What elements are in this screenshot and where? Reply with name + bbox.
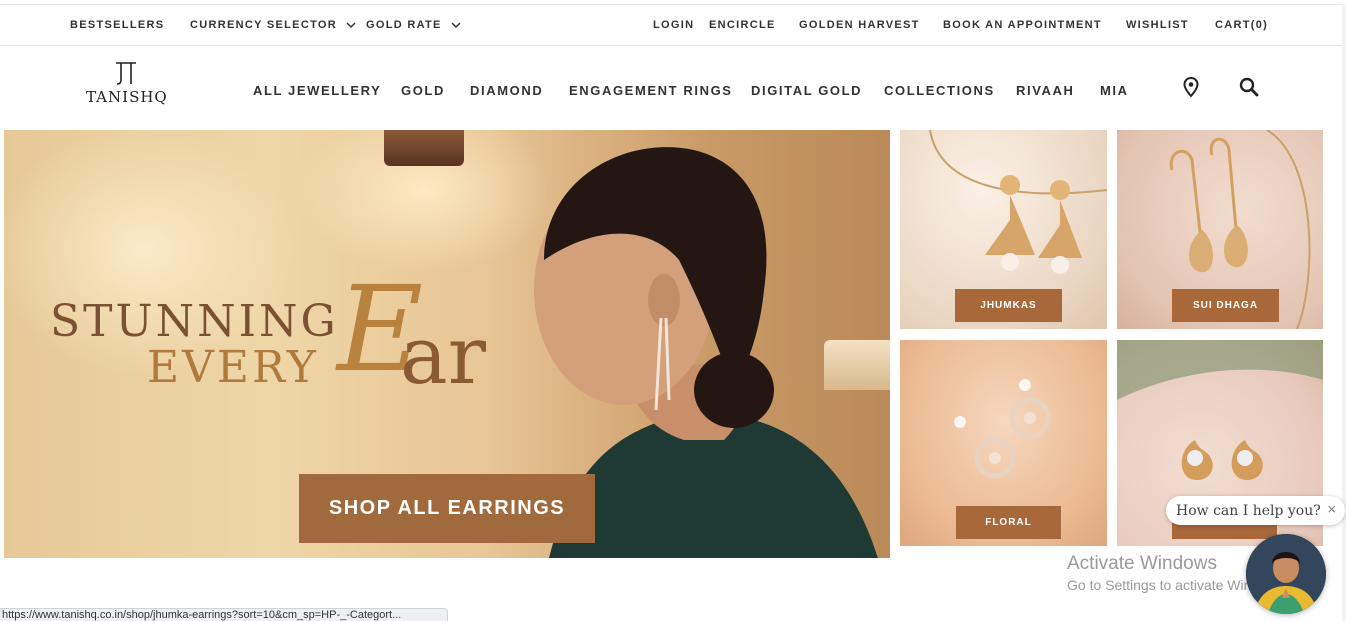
nav-all-jewellery[interactable]: ALL JEWELLERY (253, 83, 381, 98)
bestsellers-link[interactable]: BESTSELLERS (70, 19, 164, 31)
browser-status-url: https://www.tanishq.co.in/shop/jhumka-ea… (0, 608, 448, 621)
cart-link[interactable]: CART(0) (1215, 19, 1268, 31)
bestsellers-label: BESTSELLERS (70, 19, 165, 31)
nav-diamond[interactable]: DIAMOND (470, 83, 543, 98)
book-appointment-link[interactable]: BOOK AN APPOINTMENT (943, 19, 1102, 31)
category-tile-jhumkas[interactable]: JHUMKAS (900, 130, 1107, 329)
encircle-label: ENCIRCLE (709, 19, 776, 31)
hero-lamp-decoration (384, 130, 464, 166)
hero-banner[interactable]: STUNNING EVERY E ar SHOP ALL EARRINGS (4, 130, 890, 558)
golden-harvest-link[interactable]: GOLDEN HARVEST (799, 19, 920, 31)
tile-label: FLORAL (956, 506, 1061, 539)
category-tile-sui-dhaga[interactable]: SUI DHAGA (1117, 130, 1323, 329)
hero-headline-word-ending: ar (400, 309, 486, 402)
chat-assistant-avatar[interactable] (1246, 534, 1326, 614)
currency-selector-label: CURRENCY SELECTOR (190, 19, 337, 31)
tile-label: SUI DHAGA (1172, 289, 1279, 322)
chat-prompt-text: How can I help you? (1176, 502, 1321, 519)
nav-rivaah[interactable]: RIVAAH (1016, 83, 1074, 98)
chat-close-icon[interactable]: × (1327, 502, 1337, 516)
currency-selector-dropdown[interactable]: CURRENCY SELECTOR (190, 19, 357, 31)
chevron-down-icon (451, 22, 461, 29)
book-appointment-label: BOOK AN APPOINTMENT (943, 19, 1102, 31)
chevron-down-icon (346, 22, 356, 29)
tile-label: JHUMKAS (955, 289, 1062, 322)
nav-digital-gold[interactable]: DIGITAL GOLD (751, 83, 862, 98)
assistant-avatar-image (1246, 534, 1326, 614)
shop-all-earrings-button[interactable]: SHOP ALL EARRINGS (299, 474, 595, 543)
login-label: LOGIN (653, 19, 695, 31)
nav-gold[interactable]: GOLD (401, 83, 445, 98)
top-utility-bar: BESTSELLERS CURRENCY SELECTOR GOLD RATE … (0, 4, 1342, 46)
main-navigation: TANISHQ ALL JEWELLERY GOLD DIAMOND ENGAG… (0, 46, 1342, 130)
page-scrollbar[interactable] (1342, 4, 1346, 621)
gold-rate-label: GOLD RATE (366, 19, 442, 31)
gold-rate-dropdown[interactable]: GOLD RATE (366, 19, 462, 31)
search-icon[interactable] (1238, 76, 1260, 98)
tanishq-monogram-icon (116, 62, 136, 85)
category-tile-floral[interactable]: FLORAL (900, 340, 1107, 546)
cart-label: CART(0) (1215, 19, 1269, 31)
login-link[interactable]: LOGIN (653, 19, 694, 31)
location-pin-icon[interactable] (1180, 76, 1202, 98)
wishlist-label: WISHLIST (1126, 19, 1189, 31)
encircle-link[interactable]: ENCIRCLE (709, 19, 776, 31)
golden-harvest-label: GOLDEN HARVEST (799, 19, 920, 31)
logo-wordmark: TANISHQ (86, 88, 168, 106)
nav-mia[interactable]: MIA (1100, 83, 1129, 98)
tanishq-logo[interactable]: TANISHQ (86, 60, 168, 114)
nav-engagement-rings[interactable]: ENGAGEMENT RINGS (569, 83, 733, 98)
chat-prompt-bubble[interactable]: How can I help you? × (1166, 496, 1345, 525)
nav-collections[interactable]: COLLECTIONS (884, 83, 995, 98)
hero-headline-line2: EVERY (147, 342, 319, 393)
hero-headline-line1: STUNNING (50, 296, 339, 347)
wishlist-link[interactable]: WISHLIST (1126, 19, 1189, 31)
